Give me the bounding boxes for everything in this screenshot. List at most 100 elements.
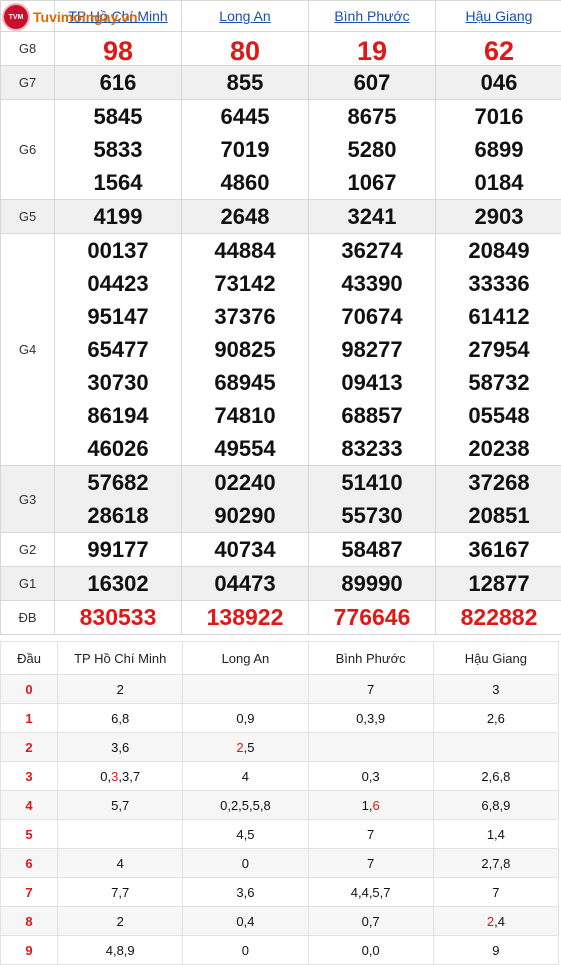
prize-label: G1: [1, 567, 55, 601]
prize-cell: 3726820851: [436, 466, 561, 533]
loto-dau: 6: [1, 849, 58, 878]
prize-number: 138922: [182, 601, 308, 634]
prize-number: 830533: [55, 601, 181, 634]
prize-cell: 4199: [55, 200, 182, 234]
prize-cell: 3241: [309, 200, 436, 234]
prize-number: 51410: [309, 466, 435, 499]
province-header[interactable]: Bình Phước: [309, 1, 436, 32]
prize-row: G357682286180224090290514105573037268208…: [1, 466, 561, 533]
prize-cell: 830533: [55, 601, 182, 635]
loto-cell: 2,6: [433, 704, 558, 733]
loto-dau: 4: [1, 791, 58, 820]
prize-number: 5833: [55, 133, 181, 166]
prize-cell: 44884731423737690825689457481049554: [182, 234, 309, 466]
loto-value: 4: [498, 914, 505, 929]
prize-number: 0184: [436, 166, 561, 199]
loto-value: 2: [487, 914, 494, 929]
prize-cell: 776646: [309, 601, 436, 635]
loto-dau: 9: [1, 936, 58, 965]
prize-cell: 822882: [436, 601, 561, 635]
loto-cell: 6,8,9: [433, 791, 558, 820]
loto-cell: 7: [308, 849, 433, 878]
logo-badge-icon: TVM: [2, 3, 30, 31]
prize-number: 3241: [309, 200, 435, 233]
prize-number: 776646: [309, 601, 435, 634]
prize-number: 1564: [55, 166, 181, 199]
loto-row: 77,73,64,4,5,77: [1, 878, 559, 907]
prize-number: 43390: [309, 267, 435, 300]
loto-cell: 0,3,3,7: [58, 762, 183, 791]
loto-cell: 3,6: [58, 733, 183, 762]
prize-number: 36167: [436, 533, 561, 566]
prize-number: 27954: [436, 333, 561, 366]
prize-number: 00137: [55, 234, 181, 267]
prize-cell: 04473: [182, 567, 309, 601]
loto-row: 45,70,2,5,5,81,66,8,9: [1, 791, 559, 820]
loto-cell: 9: [433, 936, 558, 965]
province-link[interactable]: Long An: [219, 8, 270, 24]
prize-cell: 99177: [55, 533, 182, 567]
loto-cell: 0,9: [183, 704, 308, 733]
prize-cell: 16302: [55, 567, 182, 601]
prize-number: 44884: [182, 234, 308, 267]
prize-row: G54199264832412903: [1, 200, 561, 234]
prize-row: G7616855607046: [1, 66, 561, 100]
loto-value: 3: [122, 769, 129, 784]
province-link[interactable]: Bình Phước: [334, 8, 409, 24]
prize-number: 36274: [309, 234, 435, 267]
prize-number: 80: [182, 32, 308, 65]
loto-dau: 3: [1, 762, 58, 791]
loto-cell: 1,6: [308, 791, 433, 820]
logo-text: Tuvimoingay.vn: [33, 9, 138, 25]
prize-cell: 0224090290: [182, 466, 309, 533]
loto-dau: 0: [1, 675, 58, 704]
loto-cell: 4: [58, 849, 183, 878]
prize-number: 98277: [309, 333, 435, 366]
prize-number: 90290: [182, 499, 308, 532]
prize-number: 2903: [436, 200, 561, 233]
prize-label: G8: [1, 32, 55, 66]
prize-number: 5845: [55, 100, 181, 133]
loto-dau: 1: [1, 704, 58, 733]
loto-cell: 0,0: [308, 936, 433, 965]
loto-cell: 5,7: [58, 791, 183, 820]
prize-number: 1067: [309, 166, 435, 199]
prize-number: 33336: [436, 267, 561, 300]
prize-label: ĐB: [1, 601, 55, 635]
loto-row: 0273: [1, 675, 559, 704]
province-link[interactable]: Hậu Giang: [466, 8, 533, 24]
loto-cell: [308, 733, 433, 762]
loto-value: 5: [247, 740, 254, 755]
province-header[interactable]: Hậu Giang: [436, 1, 561, 32]
loto-header-province: Long An: [183, 642, 308, 675]
loto-header-province: TP Hồ Chí Minh: [58, 642, 183, 675]
prize-cell: 867552801067: [309, 100, 436, 200]
loto-cell: 2,6,8: [433, 762, 558, 791]
loto-cell: [433, 733, 558, 762]
loto-row: 30,3,3,740,32,6,8: [1, 762, 559, 791]
prize-cell: 584558331564: [55, 100, 182, 200]
loto-value: 1: [362, 798, 369, 813]
prize-label: G5: [1, 200, 55, 234]
loto-cell: 7: [308, 820, 433, 849]
loto-cell: 7: [308, 675, 433, 704]
loto-cell: 3: [433, 675, 558, 704]
prize-number: 7016: [436, 100, 561, 133]
prize-cell: 40734: [182, 533, 309, 567]
prize-number: 20851: [436, 499, 561, 532]
loto-row: 54,571,4: [1, 820, 559, 849]
loto-header-dau: Đầu: [1, 642, 58, 675]
prize-number: 83233: [309, 432, 435, 465]
loto-dau: 7: [1, 878, 58, 907]
prize-label: G3: [1, 466, 55, 533]
prize-number: 05548: [436, 399, 561, 432]
loto-row: 23,62,5: [1, 733, 559, 762]
prize-cell: 20849333366141227954587320554820238: [436, 234, 561, 466]
loto-value: 7: [133, 769, 140, 784]
site-logo[interactable]: TVM Tuvimoingay.vn: [2, 1, 202, 33]
prize-number: 98: [55, 32, 181, 65]
prize-number: 09413: [309, 366, 435, 399]
loto-cell: 0,3: [308, 762, 433, 791]
prize-row: ĐB830533138922776646822882: [1, 601, 561, 635]
prize-number: 2648: [182, 200, 308, 233]
